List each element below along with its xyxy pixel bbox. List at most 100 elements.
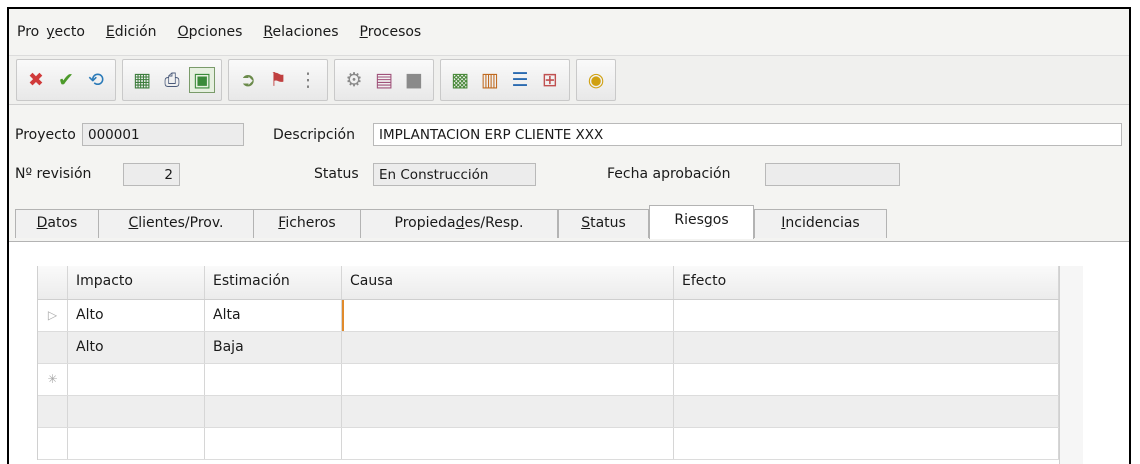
column-header-estimacin[interactable]: Estimación [205, 266, 342, 299]
toolbar-group: ▩ ▥ ☰ ⊞ [440, 59, 570, 101]
tab-status[interactable]: Status [558, 209, 649, 238]
tree-icon: ⋮ [298, 68, 318, 91]
accept-button[interactable]: ✔ [53, 67, 79, 93]
toolbar-group: ⚙ ▤ ■ [334, 59, 434, 101]
refresh-button[interactable]: ⟲ [83, 67, 109, 93]
cell-impacto[interactable] [68, 428, 205, 459]
gear-button[interactable]: ⚙ [341, 67, 367, 93]
export-button[interactable]: ▣ [189, 67, 215, 93]
cell-efecto[interactable] [674, 300, 1059, 331]
proyecto-field[interactable]: 000001 [82, 123, 244, 146]
cell-causa[interactable] [342, 332, 674, 363]
tab-label-suffix: lientes/Prov. [138, 215, 224, 231]
tab-datos[interactable]: Datos [15, 209, 99, 238]
menu-item-suffix: elaciones [272, 24, 339, 40]
square-button[interactable]: ■ [401, 67, 427, 93]
cell-efecto[interactable] [674, 396, 1059, 427]
menu-item-accelerator: P [359, 24, 368, 40]
descripcion-label: Descripción [273, 127, 355, 143]
panel-margin [1083, 242, 1129, 464]
cell-impacto[interactable]: Alto [68, 300, 205, 331]
tab-incidencias[interactable]: Incidencias [754, 209, 887, 238]
book-icon: ▤ [375, 68, 393, 91]
cell-estimacion[interactable] [205, 428, 342, 459]
descripcion-field[interactable]: IMPLANTACION ERP CLIENTE XXX [373, 123, 1122, 146]
table-row[interactable] [38, 428, 1059, 460]
cell-estimacion[interactable] [205, 364, 342, 395]
menu-item-opciones[interactable]: Opciones [171, 24, 250, 40]
row-selector[interactable] [38, 396, 68, 427]
fecha-aprobacion-label: Fecha aprobación [607, 166, 731, 182]
vertical-scrollbar[interactable] [1059, 266, 1085, 464]
column-header-efecto[interactable]: Efecto [674, 266, 1059, 299]
status-field[interactable]: En Construcción [373, 163, 536, 186]
cell-causa[interactable] [342, 300, 674, 331]
menu-item-edición[interactable]: Edición [99, 24, 164, 40]
cancel-button[interactable]: ✖ [23, 67, 49, 93]
column-header-impacto[interactable]: Impacto [68, 266, 205, 299]
tab-ficheros[interactable]: Ficheros [253, 209, 361, 238]
cell-causa[interactable] [342, 428, 674, 459]
cell-efecto[interactable] [674, 428, 1059, 459]
menu-item-accelerator: R [263, 24, 273, 40]
tab-label-prefix: Ries [674, 212, 704, 228]
table-row[interactable] [38, 396, 1059, 428]
document-arrow-button[interactable]: ➲ [235, 67, 261, 93]
cell-impacto[interactable]: Alto [68, 332, 205, 363]
row-selector[interactable]: ▷ [38, 300, 68, 331]
window-frame: Pro yecto Edición Opciones Relaciones Proceso… [7, 7, 1131, 464]
document-flag-button[interactable]: ⚑ [265, 67, 291, 93]
cell-efecto[interactable] [674, 332, 1059, 363]
printer-icon: ⎙ [164, 68, 180, 91]
revision-field[interactable]: 2 [123, 163, 180, 186]
cell-estimacion[interactable]: Alta [205, 300, 342, 331]
tab-riesgos[interactable]: Riesgos [649, 205, 754, 239]
toolbar: ✖ ✔ ⟲ ▦ ⎙ ▣ ➲ ⚑ ⋮ ⚙ ▤ ■ ▩ ▥ ☰ ⊞ ◉ [9, 55, 1129, 105]
report-button[interactable]: ▥ [477, 67, 503, 93]
refresh-icon: ⟲ [88, 68, 104, 91]
document-arrow-icon: ➲ [240, 68, 256, 91]
hierarchy-button[interactable]: ⊞ [537, 67, 563, 93]
status-label: Status [314, 166, 359, 182]
cell-causa[interactable] [342, 364, 674, 395]
coin-button[interactable]: ◉ [583, 67, 609, 93]
table-row[interactable]: Alto Baja [38, 332, 1059, 364]
tab-clientes-prov[interactable]: Clientes/Prov. [98, 209, 254, 238]
row-selector[interactable] [38, 428, 68, 459]
cell-impacto[interactable] [68, 364, 205, 395]
fecha-aprobacion-field[interactable] [765, 163, 900, 186]
menu-item-proyecto[interactable]: Pro yecto [17, 24, 92, 40]
revision-label: Nº revisión [15, 166, 92, 182]
menu-item-accelerator: O [177, 24, 189, 40]
cell-estimacion[interactable]: Baja [205, 332, 342, 363]
table-row[interactable]: ▷ Alto Alta [38, 300, 1059, 332]
row-selector[interactable] [38, 332, 68, 363]
cell-efecto[interactable] [674, 364, 1059, 395]
tab-label-suffix: atos [47, 215, 78, 231]
cell-impacto[interactable] [68, 396, 205, 427]
chart-icon: ▩ [451, 68, 469, 91]
tab-propiedades-resp[interactable]: Propiedades/Resp. [360, 209, 558, 238]
row-selector[interactable]: ✳ [38, 364, 68, 395]
book-button[interactable]: ▤ [371, 67, 397, 93]
menu-item-procesos[interactable]: Procesos [353, 24, 429, 40]
cell-causa[interactable] [342, 396, 674, 427]
hierarchy-icon: ⊞ [542, 68, 558, 91]
menu-item-accelerator: E [105, 24, 115, 40]
column-header-causa[interactable]: Causa [342, 266, 674, 299]
chart-button[interactable]: ▩ [447, 67, 473, 93]
menu-item-suffix: pciones [188, 24, 243, 40]
tab-label-prefix: Propieda [394, 215, 456, 231]
menu-item-suffix: rocesos [367, 24, 422, 40]
spreadsheet-button[interactable]: ▦ [129, 67, 155, 93]
table-row[interactable]: ✳ [38, 364, 1059, 396]
accept-icon: ✔ [58, 68, 74, 91]
toolbar-group: ◉ [576, 59, 616, 101]
menu-item-suffix: dición [114, 24, 157, 40]
cell-estimacion[interactable] [205, 396, 342, 427]
tab-label-suffix: es/Resp. [464, 215, 524, 231]
menu-item-relaciones[interactable]: Relaciones [256, 24, 345, 40]
list-button[interactable]: ☰ [507, 67, 533, 93]
printer-button[interactable]: ⎙ [159, 67, 185, 93]
tree-button[interactable]: ⋮ [295, 67, 321, 93]
